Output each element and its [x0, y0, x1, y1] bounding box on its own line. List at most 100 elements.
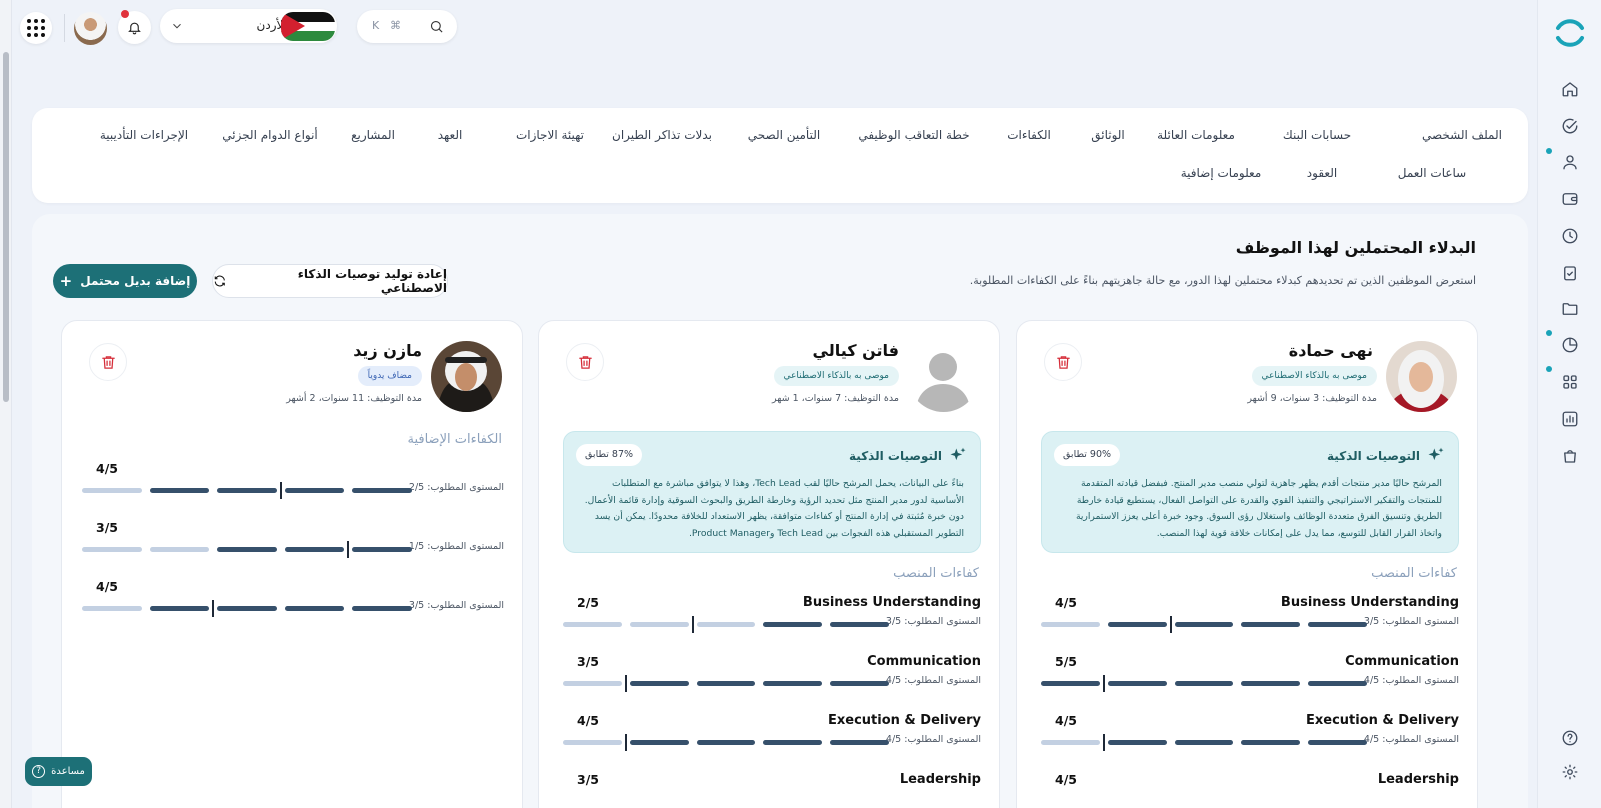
required-level-text: المستوى المطلوب: 3/5 — [885, 616, 981, 627]
tab-documents[interactable]: الوثائق — [1091, 128, 1125, 142]
ai-recommendation-box: التوصيات الذكية 87% تطابق بناءً على البي… — [563, 431, 981, 553]
competency-row: Leadership 4/5 — [1041, 772, 1459, 808]
search-button[interactable]: K ⌘ — [357, 10, 457, 43]
check-circle-icon[interactable] — [1556, 112, 1584, 140]
gear-icon[interactable] — [1556, 758, 1584, 786]
tab-contracts[interactable]: العقود — [1307, 166, 1337, 180]
tenure-text: مدة التوظيف: 3 سنوات، 9 أشهر — [1247, 393, 1377, 404]
candidate-name: مازن زيد — [353, 341, 422, 360]
apps-grid-button[interactable] — [20, 12, 52, 44]
active-indicator — [1546, 330, 1552, 336]
competency-score: 4/5 — [1055, 772, 1077, 787]
toolbar-divider — [64, 14, 65, 42]
tab-succession-plan[interactable]: خطة التعاقب الوظيفي — [858, 128, 969, 142]
candidate-photo — [1386, 341, 1457, 412]
level-segment-empty — [1041, 622, 1100, 627]
help-button[interactable]: مساعدة ? — [25, 757, 92, 786]
regenerate-ai-button[interactable]: إعادة توليد توصيات الذكاء الاصطناعي — [212, 264, 448, 298]
competency-score: 4/5 — [1055, 713, 1077, 728]
scrollbar-thumb[interactable] — [3, 52, 9, 402]
app-logo — [1556, 19, 1584, 47]
tab-disciplinary-actions[interactable]: الإجراءات التأديبية — [100, 128, 188, 142]
level-segment-filled — [1107, 740, 1167, 745]
clock-icon[interactable] — [1556, 222, 1584, 250]
competency-name: Communication — [1345, 654, 1459, 669]
level-bar — [563, 675, 889, 692]
tab-leave-setup[interactable]: تهيئة الاجازات — [516, 128, 584, 142]
ai-recommendation-text: بناءً على البيانات، يحمل المرشح حاليًا ل… — [584, 478, 964, 539]
delete-button[interactable] — [566, 343, 604, 381]
bar-chart-icon[interactable] — [1556, 405, 1584, 433]
tab-custody[interactable]: العهد — [438, 128, 463, 142]
folder-icon[interactable] — [1556, 295, 1584, 323]
competency-score: 4/5 — [96, 579, 118, 594]
level-segment-filled — [284, 488, 345, 493]
search-icon — [430, 20, 443, 33]
pie-chart-icon[interactable] — [1556, 331, 1584, 359]
required-level-text: المستوى المطلوب: 4/5 — [1363, 675, 1459, 686]
competency-row: Leadership 3/5 — [563, 772, 981, 808]
tab-competencies[interactable]: الكفاءات — [1007, 128, 1051, 142]
required-level-marker — [624, 734, 627, 751]
level-segment-filled — [1241, 622, 1301, 627]
home-icon[interactable] — [1556, 75, 1584, 103]
match-badge: 90% تطابق — [1054, 444, 1121, 466]
level-segment-filled — [629, 681, 689, 686]
level-segment-empty — [1041, 740, 1100, 745]
apps-icon[interactable] — [1556, 368, 1584, 396]
active-indicator — [1546, 148, 1552, 154]
competency-row: Execution & Delivery 4/5 المستوى المطلوب: … — [563, 713, 981, 771]
competency-score: 3/5 — [96, 520, 118, 535]
required-level-marker — [1169, 616, 1172, 633]
level-segment-filled — [830, 681, 889, 686]
ai-recommendation-box: التوصيات الذكية 90% تطابق المرشح حاليًا … — [1041, 431, 1459, 553]
help-icon[interactable] — [1556, 724, 1584, 752]
level-segment-filled — [352, 488, 412, 493]
level-bar — [563, 616, 889, 633]
tab-working-hours[interactable]: ساعات العمل — [1398, 166, 1466, 180]
required-level-marker — [212, 600, 215, 617]
tab-health-insurance[interactable]: التأمين الصحي — [748, 128, 820, 142]
competency-row: 4/5 المستوى المطلوب: 3/5 — [82, 579, 504, 637]
bag-icon[interactable] — [1556, 442, 1584, 470]
level-segment-filled — [763, 681, 823, 686]
ai-recommendation-text: المرشح حاليًا مدير منتجات أقدم يظهر جاهز… — [1075, 478, 1442, 539]
competency-score: 3/5 — [577, 654, 599, 669]
tab-bank-accounts[interactable]: حسابات البنك — [1283, 128, 1351, 142]
tab-projects[interactable]: المشاريع — [351, 128, 395, 142]
level-bar — [82, 482, 412, 499]
level-segment-filled — [149, 488, 210, 493]
level-bar — [1041, 616, 1367, 633]
level-segment-filled — [352, 547, 412, 552]
tab-family-info[interactable]: معلومات العائلة — [1157, 128, 1235, 142]
scrollbar[interactable] — [0, 0, 12, 808]
competency-row: 3/5 المستوى المطلوب: 1/5 — [82, 520, 504, 578]
required-level-text: المستوى المطلوب: 4/5 — [885, 675, 981, 686]
add-successor-button[interactable]: إضافة بديل محتمل + — [53, 264, 197, 298]
level-bar — [1041, 675, 1367, 692]
level-segment-empty — [82, 488, 142, 493]
user-icon[interactable] — [1556, 148, 1584, 176]
level-bar — [563, 734, 889, 751]
candidate-name: فاتن كيالي — [812, 341, 900, 360]
level-segment-empty — [563, 622, 622, 627]
avatar[interactable] — [74, 12, 107, 45]
level-segment-filled — [217, 547, 277, 552]
ai-title: التوصيات الذكية — [1327, 449, 1420, 463]
level-segment-filled — [696, 681, 756, 686]
tab-part-time-types[interactable]: أنواع الدوام الجزئي — [222, 128, 318, 142]
competencies-heading: كفاءات المنصب — [1371, 566, 1457, 581]
shortcut-cmd-key: ⌘ — [390, 19, 401, 32]
required-level-marker — [347, 541, 350, 558]
tab-flight-allowances[interactable]: بدلات تذاكر الطيران — [612, 128, 712, 142]
delete-button[interactable] — [1044, 343, 1082, 381]
tab-additional-info[interactable]: معلومات إضافية — [1181, 166, 1262, 180]
level-segment-empty — [563, 681, 622, 686]
refresh-icon — [214, 275, 225, 287]
required-level-text: المستوى المطلوب: 4/5 — [1363, 734, 1459, 745]
profile-tabs: الملف الشخصي حسابات البنك معلومات العائل… — [32, 108, 1528, 203]
delete-button[interactable] — [89, 343, 127, 381]
tab-profile[interactable]: الملف الشخصي — [1422, 128, 1502, 142]
wallet-icon[interactable] — [1556, 185, 1584, 213]
clipboard-check-icon[interactable] — [1556, 259, 1584, 287]
